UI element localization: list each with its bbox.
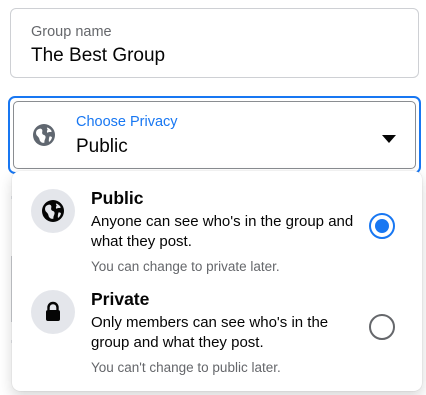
privacy-label: Choose Privacy xyxy=(76,114,178,130)
option-icon-container xyxy=(31,189,75,233)
option-note: You can change to private later. xyxy=(91,259,280,274)
option-description: Only members can see who's in the group … xyxy=(91,314,329,351)
globe-icon xyxy=(32,123,56,147)
caret-down-icon[interactable] xyxy=(382,130,396,143)
globe-icon xyxy=(42,200,64,222)
privacy-value: Public xyxy=(76,136,128,157)
privacy-select-inner-border xyxy=(13,101,416,169)
radio-dot xyxy=(375,219,389,233)
option-description: Anyone can see who's in the group and wh… xyxy=(91,213,354,250)
group-name-input[interactable]: The Best Group xyxy=(31,45,165,67)
option-icon-container xyxy=(31,290,75,334)
option-note: You can't change to public later. xyxy=(91,360,281,375)
privacy-select[interactable]: Choose Privacy Public xyxy=(8,96,421,174)
privacy-dropdown-menu: Public Anyone can see who's in the group… xyxy=(12,171,422,391)
option-title: Public xyxy=(91,188,144,208)
lock-icon xyxy=(46,301,60,321)
group-name-label: Group name xyxy=(31,24,112,40)
radio-public-selected[interactable] xyxy=(369,213,395,239)
option-title: Private xyxy=(91,289,150,309)
radio-private-unselected[interactable] xyxy=(369,314,395,340)
privacy-option-public[interactable]: Public Anyone can see who's in the group… xyxy=(12,179,422,279)
privacy-option-private[interactable]: Private Only members can see who's in th… xyxy=(12,280,422,380)
group-name-field[interactable]: Group name The Best Group xyxy=(10,8,419,78)
